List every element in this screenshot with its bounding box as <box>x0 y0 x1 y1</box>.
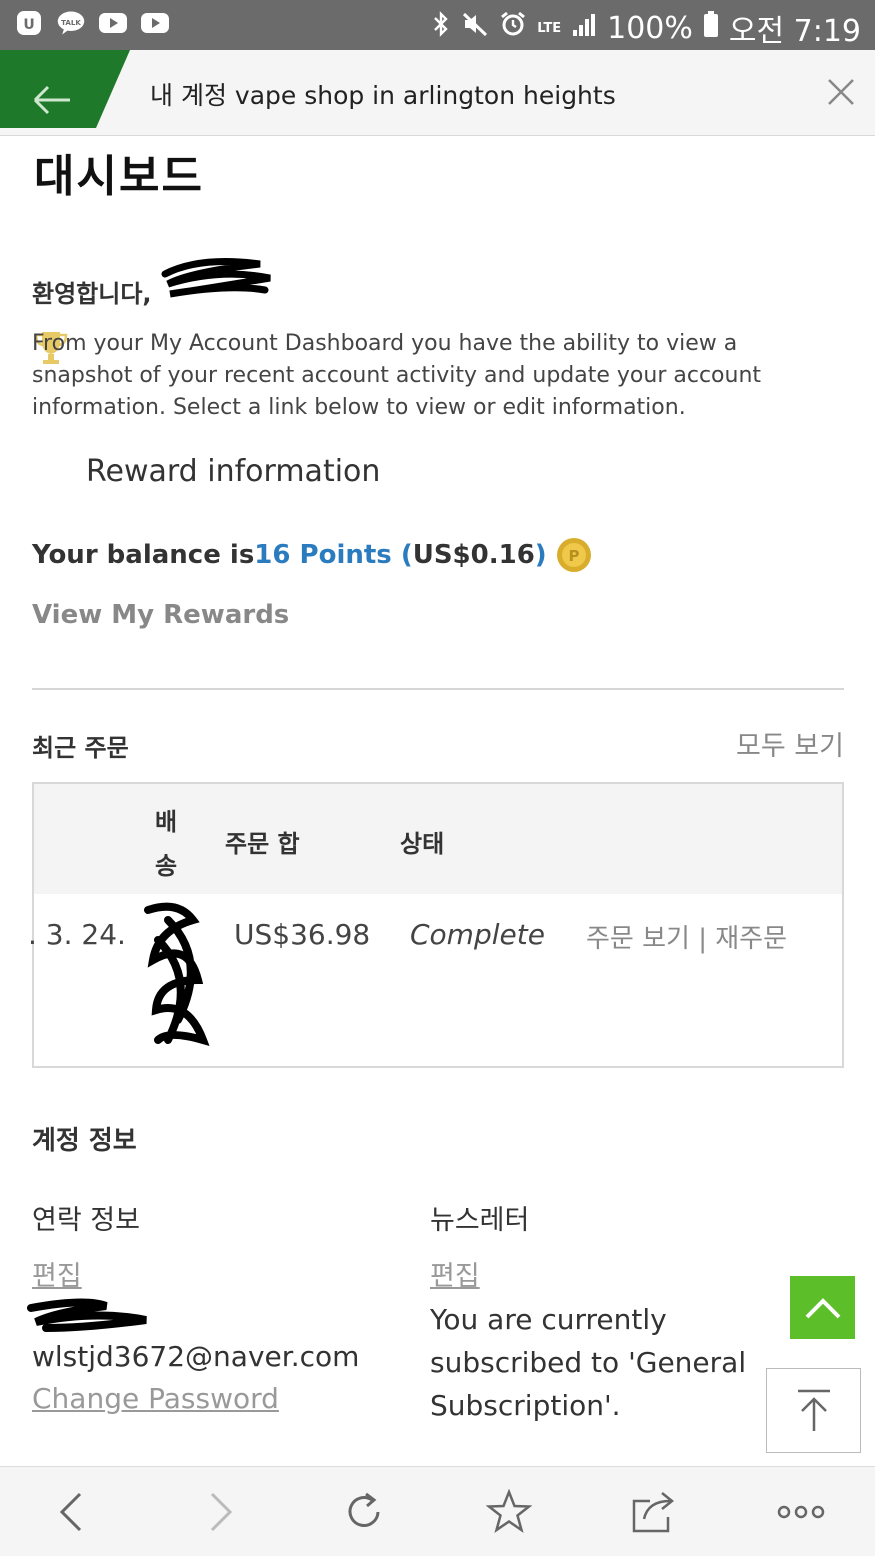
close-icon <box>828 79 854 105</box>
page-header-title: 내 계정 vape shop in arlington heights <box>150 81 616 110</box>
bookmark-star-icon <box>486 1489 532 1533</box>
order-total: US$36.98 <box>234 918 371 951</box>
share-button[interactable] <box>629 1487 679 1537</box>
battery-icon <box>703 10 719 46</box>
back-icon <box>59 1492 82 1532</box>
more-menu-button[interactable] <box>776 1487 826 1537</box>
arrow-to-top-icon <box>797 1389 830 1431</box>
back-arrow-icon <box>0 50 130 128</box>
svg-text:TALK: TALK <box>61 18 81 27</box>
column-header-status: 상태 <box>400 830 445 858</box>
recent-orders-heading: 최근 주문 <box>32 734 129 762</box>
table-header: 배 송 주문 합 상태 <box>34 784 842 894</box>
close-button[interactable] <box>825 76 857 108</box>
change-password-link[interactable]: Change Password <box>32 1382 279 1415</box>
dashboard-intro: From your My Account Dashboard you have … <box>32 331 762 420</box>
reward-balance: Your balance is 16 Points ( US$0.16 ) P <box>32 536 593 574</box>
section-divider <box>32 688 844 690</box>
view-my-rewards-link[interactable]: View My Rewards <box>32 600 289 630</box>
view-order-link[interactable]: 주문 보기 <box>586 924 690 954</box>
lte-icon: LTE <box>537 20 562 36</box>
action-separator: | <box>698 924 707 954</box>
view-all-orders-link[interactable]: 모두 보기 <box>736 724 844 763</box>
kakaotalk-icon: TALK <box>56 8 86 38</box>
browser-title-bar: 내 계정 vape shop in arlington heights <box>0 50 875 136</box>
points-coin-icon: P <box>556 538 591 572</box>
mute-icon <box>461 10 489 46</box>
status-right: LTE 100% 오전 7:19 <box>431 6 861 50</box>
bookmark-button[interactable] <box>484 1487 534 1537</box>
balance-close-paren: ) <box>534 540 547 570</box>
back-button[interactable] <box>0 50 130 128</box>
balance-prefix: Your balance is <box>32 540 255 570</box>
nav-back-button[interactable] <box>46 1487 96 1537</box>
nav-forward-button[interactable] <box>196 1487 246 1537</box>
bluetooth-icon <box>431 9 451 47</box>
order-actions: 주문 보기 | 재주문 <box>586 918 787 955</box>
balance-amount: US$0.16 <box>412 540 535 570</box>
redaction-scribble <box>27 1298 147 1332</box>
signal-icon <box>571 11 597 46</box>
browser-bottom-bar <box>0 1466 875 1556</box>
status-bar: U TALK LTE 100% 오전 7:19 <box>0 0 875 50</box>
refresh-button[interactable] <box>339 1487 389 1537</box>
svg-text:P: P <box>568 547 579 565</box>
youtube-icon <box>140 8 170 38</box>
account-info-heading: 계정 정보 <box>32 1126 137 1156</box>
forward-icon <box>210 1492 233 1532</box>
alarm-icon <box>499 10 527 46</box>
svg-text:U: U <box>23 17 34 33</box>
reward-heading: Reward information <box>86 454 381 489</box>
refresh-icon <box>348 1492 380 1527</box>
page-title: 대시보드 <box>34 151 204 202</box>
scroll-up-button[interactable] <box>790 1276 855 1339</box>
column-header-ship: 배 <box>155 808 178 836</box>
share-icon <box>632 1492 675 1533</box>
battery-percent: 100% <box>607 10 693 46</box>
welcome-text: 환영합니다, <box>32 280 152 308</box>
more-icon <box>777 1505 825 1519</box>
youtube-icon <box>98 8 128 38</box>
newsletter-heading: 뉴스레터 <box>430 1205 530 1236</box>
column-header-total: 주문 합 <box>225 830 300 858</box>
newsletter-status: You are currently subscribed to 'General… <box>430 1303 747 1422</box>
order-status: Complete <box>410 918 545 951</box>
app-icon: U <box>14 8 44 38</box>
redaction-scribble <box>161 258 271 298</box>
contact-info-heading: 연락 정보 <box>32 1205 140 1236</box>
clock: 오전 7:19 <box>728 14 861 49</box>
contact-edit-link[interactable]: 편집 <box>32 1254 82 1293</box>
account-email: wlstjd3672@naver.com <box>32 1340 360 1373</box>
newsletter-edit-link[interactable]: 편집 <box>430 1254 480 1293</box>
status-left-icons: U TALK <box>14 8 170 38</box>
reorder-link[interactable]: 재주문 <box>715 924 787 954</box>
redaction-scribble <box>144 902 210 1047</box>
balance-points: 16 Points ( <box>254 540 413 570</box>
scroll-to-top-button[interactable] <box>766 1368 861 1453</box>
column-header-ship-2: 송 <box>155 852 178 880</box>
recent-orders-table: 배 송 주문 합 상태 . 3. 24. US$36.98 Complete 주… <box>28 782 844 1068</box>
chevron-up-icon <box>805 1297 840 1318</box>
order-date: . 3. 24. <box>28 918 126 951</box>
